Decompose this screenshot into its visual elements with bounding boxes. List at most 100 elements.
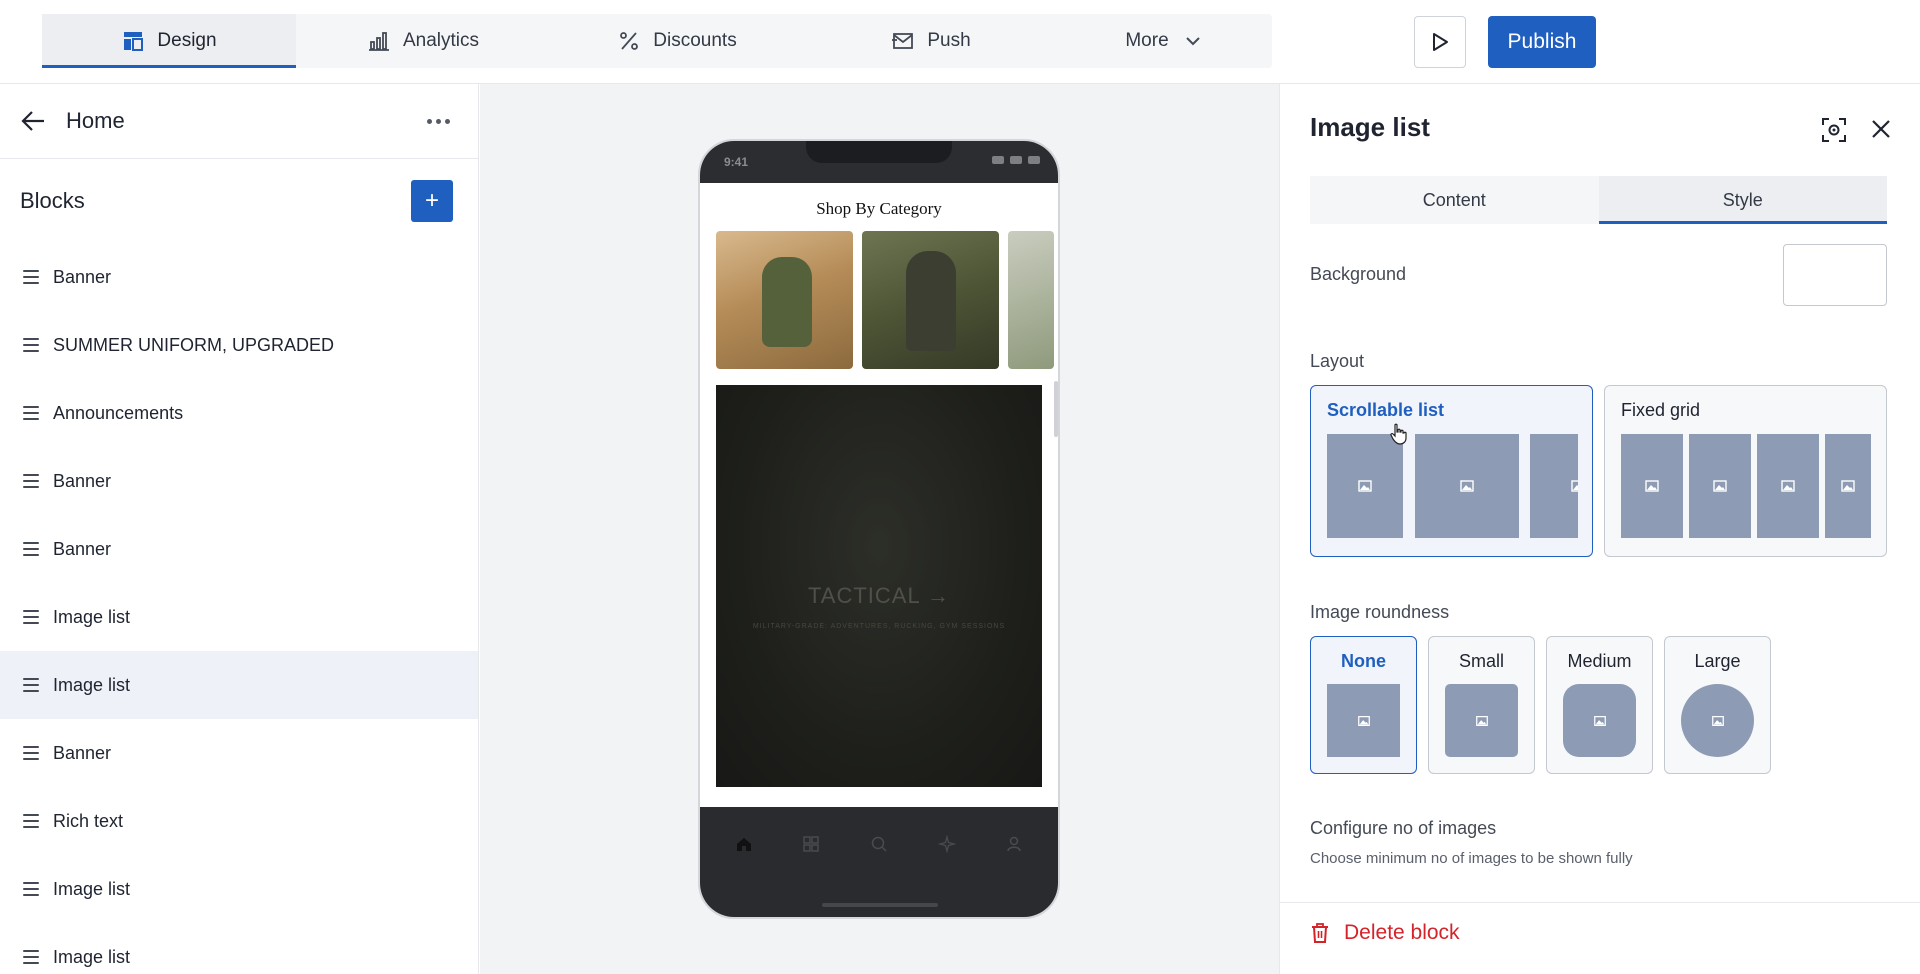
block-settings-panel: Image list Content Style Background Layo…	[1279, 84, 1920, 974]
drag-handle-icon[interactable]	[23, 474, 39, 488]
image-placeholder-icon	[1415, 434, 1519, 538]
image-placeholder-icon	[1825, 434, 1871, 538]
block-item-label: Image list	[53, 878, 131, 899]
banner-subtitle: MILITARY-GRADE: ADVENTURES, RUCKING, GYM…	[752, 623, 1006, 630]
preview-play-button[interactable]	[1414, 16, 1466, 68]
home-icon[interactable]	[734, 835, 754, 853]
back-arrow-icon[interactable]	[20, 106, 50, 136]
tactical-banner[interactable]: TACTICAL → MILITARY-GRADE: ADVENTURES, R…	[716, 385, 1042, 787]
tab-design[interactable]: Design	[42, 14, 296, 68]
add-block-button[interactable]: +	[411, 180, 453, 222]
sidebar-header: Home	[0, 84, 478, 159]
background-color-swatch[interactable]	[1783, 244, 1887, 306]
main-nav: Design Analytics Discounts Push More	[42, 14, 1272, 68]
phone-scrollbar	[1054, 381, 1058, 437]
drag-handle-icon[interactable]	[23, 746, 39, 760]
image-placeholder-icon	[1327, 684, 1400, 757]
mail-icon	[892, 33, 914, 49]
drag-handle-icon[interactable]	[23, 406, 39, 420]
preview-canvas: 9:41 Shop By Category TACTICAL → MILITAR…	[480, 84, 1279, 974]
block-item[interactable]: Banner	[0, 719, 478, 787]
drag-handle-icon[interactable]	[23, 338, 39, 352]
block-item-label: Image list	[53, 674, 131, 695]
tab-label: More	[1125, 30, 1169, 51]
phone-notch	[806, 141, 952, 163]
layout-option-label: Fixed grid	[1621, 400, 1701, 420]
user-icon[interactable]	[1004, 835, 1024, 853]
block-item-label: Banner	[53, 742, 112, 763]
search-icon[interactable]	[869, 835, 889, 853]
roundness-option-label: Small	[1458, 651, 1504, 671]
chart-icon	[368, 32, 389, 51]
block-item[interactable]: Banner	[0, 515, 478, 583]
home-indicator	[822, 903, 938, 907]
block-list: Banner SUMMER UNIFORM, UPGRADED Announceme…	[0, 243, 478, 974]
drag-handle-icon[interactable]	[23, 882, 39, 896]
tab-more[interactable]: More	[1058, 14, 1272, 68]
layout-option-scrollable-list[interactable]: Scrollable list	[1310, 385, 1593, 557]
category-image[interactable]	[862, 231, 999, 369]
block-item[interactable]: Image list	[0, 855, 478, 923]
block-item[interactable]: Announcements	[0, 379, 478, 447]
top-bar: Design Analytics Discounts Push More Pub…	[0, 0, 1920, 84]
image-placeholder-icon	[1621, 434, 1683, 538]
tab-label: Analytics	[402, 30, 480, 51]
phone-preview[interactable]: 9:41 Shop By Category TACTICAL → MILITAR…	[698, 139, 1060, 919]
tab-content[interactable]: Content	[1310, 176, 1599, 224]
drag-handle-icon[interactable]	[23, 950, 39, 964]
more-options-icon[interactable]	[427, 118, 450, 124]
roundness-option-large[interactable]: Large	[1664, 636, 1771, 774]
blocks-title: Blocks	[20, 188, 85, 213]
roundness-option-none[interactable]: None	[1310, 636, 1417, 774]
config-images-title: Configure no of images	[1310, 818, 1497, 838]
category-image[interactable]	[716, 231, 853, 369]
block-item[interactable]: Rich text	[0, 787, 478, 855]
category-image[interactable]	[1008, 231, 1054, 369]
drag-handle-icon[interactable]	[23, 814, 39, 828]
banner-title: TACTICAL →	[807, 583, 950, 608]
roundness-option-medium[interactable]: Medium	[1546, 636, 1653, 774]
image-placeholder-icon	[1681, 684, 1754, 757]
drag-handle-icon[interactable]	[23, 610, 39, 624]
category-image-row	[700, 231, 1058, 369]
layout-option-fixed-grid[interactable]: Fixed grid	[1604, 385, 1887, 557]
tab-analytics[interactable]: Analytics	[296, 14, 550, 68]
block-item[interactable]: Image list	[0, 923, 478, 974]
block-item-label: Banner	[53, 266, 112, 287]
background-label: Background	[1310, 264, 1407, 284]
image-placeholder-icon	[1689, 434, 1751, 538]
publish-button[interactable]: Publish	[1488, 16, 1596, 68]
percent-icon	[620, 32, 639, 50]
block-item[interactable]: SUMMER UNIFORM, UPGRADED	[0, 311, 478, 379]
tab-discounts[interactable]: Discounts	[550, 14, 804, 68]
block-item[interactable]: Banner	[0, 243, 478, 311]
roundness-option-small[interactable]: Small	[1428, 636, 1535, 774]
panel-title: Image list	[1310, 112, 1430, 142]
drag-handle-icon[interactable]	[23, 542, 39, 556]
drag-handle-icon[interactable]	[23, 270, 39, 284]
roundness-label: Image roundness	[1310, 602, 1450, 622]
block-item[interactable]: Banner	[0, 447, 478, 515]
trash-icon	[1312, 923, 1328, 943]
grid-icon[interactable]	[801, 835, 821, 853]
tab-style[interactable]: Style	[1598, 176, 1887, 224]
block-item-label: SUMMER UNIFORM, UPGRADED	[53, 334, 335, 355]
close-icon[interactable]	[1868, 116, 1894, 142]
chevron-down-icon	[1185, 37, 1200, 46]
image-placeholder-icon	[1757, 434, 1819, 538]
sparkle-icon[interactable]	[937, 835, 957, 853]
block-item-label: Banner	[53, 538, 112, 559]
focus-target-icon[interactable]	[1820, 116, 1848, 144]
delete-label: Delete block	[1344, 921, 1460, 944]
block-item[interactable]: Image list	[0, 583, 478, 651]
drag-handle-icon[interactable]	[23, 678, 39, 692]
layout-label: Layout	[1310, 351, 1365, 371]
image-placeholder-icon	[1327, 434, 1403, 538]
play-icon	[1433, 33, 1448, 51]
phone-tab-bar	[700, 807, 1058, 917]
block-item[interactable]: Image list	[0, 651, 478, 719]
config-images-subtitle: Choose minimum no of images to be shown …	[1310, 850, 1633, 867]
shop-category-title: Shop By Category	[816, 199, 942, 218]
delete-block-button[interactable]: Delete block	[1310, 921, 1460, 945]
tab-push[interactable]: Push	[804, 14, 1058, 68]
